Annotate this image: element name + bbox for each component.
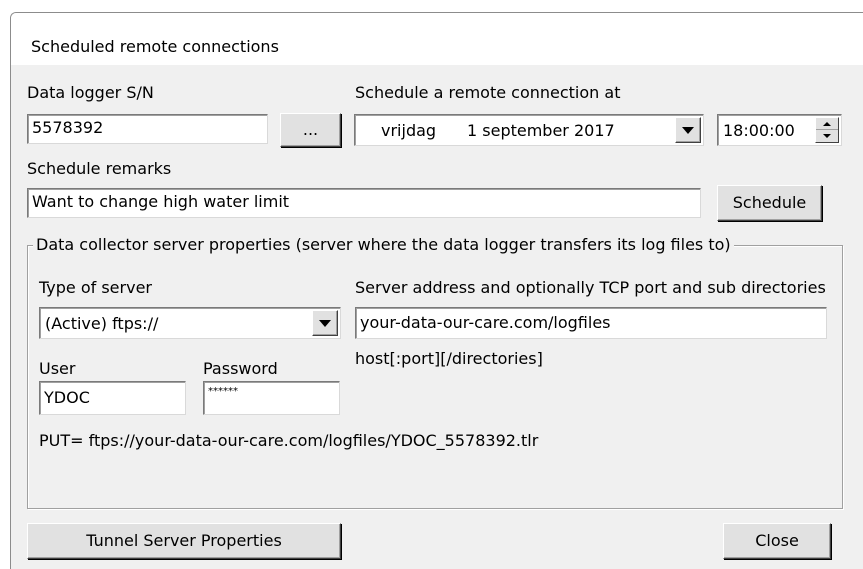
password-label: Password [203,359,278,378]
time-spinner[interactable] [815,117,839,143]
schedule-remarks-label: Schedule remarks [27,159,172,178]
schedule-date-picker[interactable]: vrijdag 1 september 2017 [354,114,704,146]
chevron-down-icon [319,319,331,327]
user-label: User [39,359,76,378]
server-type-value: (Active) ftps:// [45,314,159,333]
schedule-button[interactable]: Schedule [717,185,822,221]
time-up-button[interactable] [816,118,838,130]
date-dropdown-button[interactable] [675,117,701,143]
window-title: Scheduled remote connections [31,37,279,56]
chevron-down-icon [682,126,694,134]
server-properties-legend: Data collector server properties (server… [33,235,734,254]
schedule-at-label: Schedule a remote connection at [355,83,621,102]
server-type-label: Type of server [39,278,152,297]
spin-up-icon [823,121,831,126]
dialog-window: Scheduled remote connections Data logger… [10,12,863,569]
put-url-text: PUT= ftps://your-data-our-care.com/logfi… [39,431,539,450]
password-input[interactable]: ****** [203,381,340,415]
schedule-date: 1 september 2017 [467,121,615,140]
server-address-label: Server address and optionally TCP port a… [355,278,826,297]
browse-logger-button[interactable]: ... [280,113,341,147]
server-address-hint: host[:port][/directories] [355,349,543,368]
schedule-time: 18:00:00 [723,121,795,140]
schedule-remarks-input[interactable]: Want to change high water limit [27,188,701,218]
user-input[interactable]: YDOC [39,381,186,415]
spin-down-icon [823,134,831,138]
server-type-dropdown-button[interactable] [312,310,338,336]
logger-sn-label: Data logger S/N [27,83,154,102]
close-button[interactable]: Close [723,523,831,559]
server-type-select[interactable]: (Active) ftps:// [39,307,341,339]
schedule-day: vrijdag [381,121,437,140]
schedule-time-input[interactable]: 18:00:00 [717,114,842,146]
server-address-input[interactable]: your-data-our-care.com/logfiles [355,307,827,339]
time-down-button[interactable] [816,130,838,142]
tunnel-server-properties-button[interactable]: Tunnel Server Properties [27,523,341,559]
title-bar[interactable]: Scheduled remote connections [11,13,863,65]
logger-sn-input[interactable]: 5578392 [27,114,268,144]
